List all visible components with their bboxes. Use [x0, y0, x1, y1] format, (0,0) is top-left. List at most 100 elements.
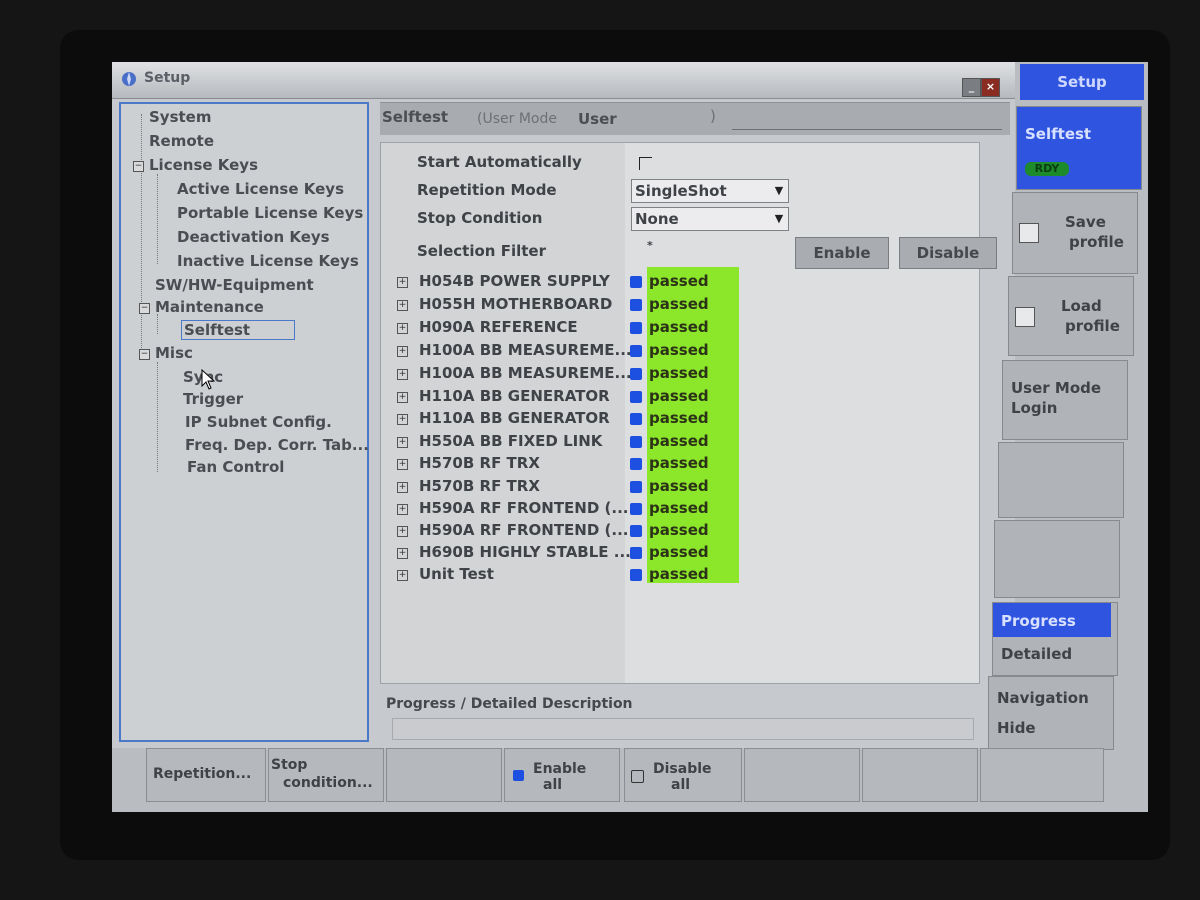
- disable-all-line1: Disable: [653, 761, 712, 777]
- test-name: H570B RF TRX: [419, 454, 540, 472]
- expand-icon[interactable]: +: [397, 437, 408, 448]
- expand-icon[interactable]: +: [397, 482, 408, 493]
- status-dot-icon: [630, 569, 642, 581]
- disable-all-softkey[interactable]: Disable all: [624, 748, 742, 802]
- tree-item-remote[interactable]: Remote: [149, 132, 214, 150]
- status-dot-icon: [630, 368, 642, 380]
- selection-filter-value[interactable]: *: [647, 239, 653, 252]
- minimize-button[interactable]: _: [962, 78, 981, 97]
- start-automatically-checkbox[interactable]: [639, 157, 652, 170]
- expand-icon[interactable]: +: [397, 504, 408, 515]
- tree-item-ip-subnet-config[interactable]: IP Subnet Config.: [185, 413, 332, 431]
- empty-softkey[interactable]: [998, 442, 1124, 518]
- save-profile-line2: profile: [1069, 233, 1124, 251]
- empty-softkey[interactable]: [994, 520, 1120, 598]
- expand-icon[interactable]: +: [397, 459, 408, 470]
- test-status: passed: [649, 295, 709, 313]
- tree-item-trigger[interactable]: Trigger: [183, 390, 243, 408]
- tree-item-maintenance[interactable]: Maintenance: [155, 298, 264, 316]
- test-name: H100A BB MEASUREME...: [419, 341, 632, 359]
- expand-icon[interactable]: +: [397, 346, 408, 357]
- tree-item-license-keys[interactable]: License Keys: [149, 156, 258, 174]
- disable-square-icon: [631, 770, 644, 783]
- selftest-content: Start Automatically Repetition Mode Sing…: [380, 142, 997, 684]
- test-status: passed: [649, 432, 709, 450]
- mouse-cursor-icon: [201, 369, 216, 390]
- tree-item-misc[interactable]: Misc: [155, 344, 193, 362]
- tree-item-system[interactable]: System: [149, 108, 211, 126]
- enable-all-softkey[interactable]: Enable all: [504, 748, 620, 802]
- expand-icon[interactable]: +: [397, 300, 408, 311]
- disable-all-line2: all: [671, 777, 691, 793]
- selftest-header: Selftest (User Mode User ): [380, 102, 1010, 135]
- disable-button[interactable]: Disable: [899, 237, 997, 269]
- user-mode-line2: Login: [1011, 399, 1058, 417]
- progress-detailed-softkey[interactable]: Progress Detailed: [992, 602, 1118, 676]
- empty-softkey[interactable]: [386, 748, 502, 802]
- close-button[interactable]: ×: [981, 78, 1000, 97]
- expand-icon[interactable]: +: [397, 548, 408, 559]
- status-dot-icon: [630, 322, 642, 334]
- progress-description-field[interactable]: [392, 718, 974, 740]
- navigation-hide-softkey[interactable]: Navigation Hide: [988, 676, 1114, 750]
- empty-softkey[interactable]: [862, 748, 978, 802]
- collapse-icon[interactable]: −: [139, 303, 150, 314]
- expand-icon[interactable]: +: [397, 323, 408, 334]
- empty-softkey[interactable]: [744, 748, 860, 802]
- test-name: H590A RF FRONTEND (...: [419, 521, 629, 539]
- selftest-softkey[interactable]: Selftest RDY: [1016, 106, 1142, 190]
- test-name: H570B RF TRX: [419, 477, 540, 495]
- stop-condition-softkey[interactable]: Stop condition...: [268, 748, 384, 802]
- user-mode-login-softkey[interactable]: User Mode Login: [1002, 360, 1128, 440]
- tree-item-inactive-license-keys[interactable]: Inactive License Keys: [177, 252, 359, 270]
- app-icon: [122, 72, 136, 86]
- test-status: passed: [649, 387, 709, 405]
- expand-icon[interactable]: +: [397, 392, 408, 403]
- expand-icon[interactable]: +: [397, 414, 408, 425]
- test-status: passed: [649, 272, 709, 290]
- chevron-down-icon: ▼: [774, 184, 784, 197]
- status-dot-icon: [630, 391, 642, 403]
- test-name: H550A BB FIXED LINK: [419, 432, 603, 450]
- expand-icon[interactable]: +: [397, 526, 408, 537]
- tree-item-selftest[interactable]: Selftest: [181, 320, 296, 340]
- user-mode-value: User: [578, 110, 617, 128]
- tree-item-deactivation-keys[interactable]: Deactivation Keys: [177, 228, 330, 246]
- enable-button[interactable]: Enable: [795, 237, 889, 269]
- status-dot-icon: [630, 345, 642, 357]
- collapse-icon[interactable]: −: [133, 161, 144, 172]
- tree-item-sw-hw-equipment[interactable]: SW/HW-Equipment: [155, 276, 314, 294]
- expand-icon[interactable]: +: [397, 570, 408, 581]
- load-profile-line1: Load: [1061, 297, 1102, 315]
- repetition-mode-select[interactable]: SingleShot ▼: [631, 179, 789, 203]
- test-name: H110A BB GENERATOR: [419, 409, 610, 427]
- tree-item-active-license-keys[interactable]: Active License Keys: [177, 180, 344, 198]
- navigation-option[interactable]: Navigation: [997, 689, 1089, 707]
- test-name: H690B HIGHLY STABLE ...: [419, 543, 631, 561]
- setup-menu-header[interactable]: Setup: [1020, 64, 1144, 100]
- test-status: passed: [649, 341, 709, 359]
- test-name: H590A RF FRONTEND (...: [419, 499, 629, 517]
- title-bar: Setup _ ×: [112, 62, 1015, 99]
- stop-condition-select[interactable]: None ▼: [631, 207, 789, 231]
- empty-softkey[interactable]: [980, 748, 1104, 802]
- hide-option[interactable]: Hide: [997, 719, 1036, 737]
- tree-item-fan-control[interactable]: Fan Control: [187, 458, 284, 476]
- expand-icon[interactable]: +: [397, 277, 408, 288]
- load-profile-softkey[interactable]: Load profile: [1008, 276, 1134, 356]
- tree-item-freq-dep-corr-tab[interactable]: Freq. Dep. Corr. Tab...: [185, 436, 369, 454]
- repetition-softkey[interactable]: Repetition...: [146, 748, 266, 802]
- progress-option[interactable]: Progress: [1001, 612, 1076, 630]
- rdy-badge: RDY: [1025, 162, 1069, 176]
- save-profile-softkey[interactable]: Save profile: [1012, 192, 1138, 274]
- detailed-option[interactable]: Detailed: [1001, 645, 1072, 663]
- collapse-icon[interactable]: −: [139, 349, 150, 360]
- stop-condition-label: Stop Condition: [417, 209, 543, 227]
- user-mode-close: ): [710, 107, 716, 125]
- test-name: H054B POWER SUPPLY: [419, 272, 610, 290]
- expand-icon[interactable]: +: [397, 369, 408, 380]
- test-name: Unit Test: [419, 565, 494, 583]
- tree-item-portable-license-keys[interactable]: Portable License Keys: [177, 204, 363, 222]
- test-status: passed: [649, 521, 709, 539]
- instrument-screen: Setup _ × System Remote − License Keys A…: [112, 62, 1148, 812]
